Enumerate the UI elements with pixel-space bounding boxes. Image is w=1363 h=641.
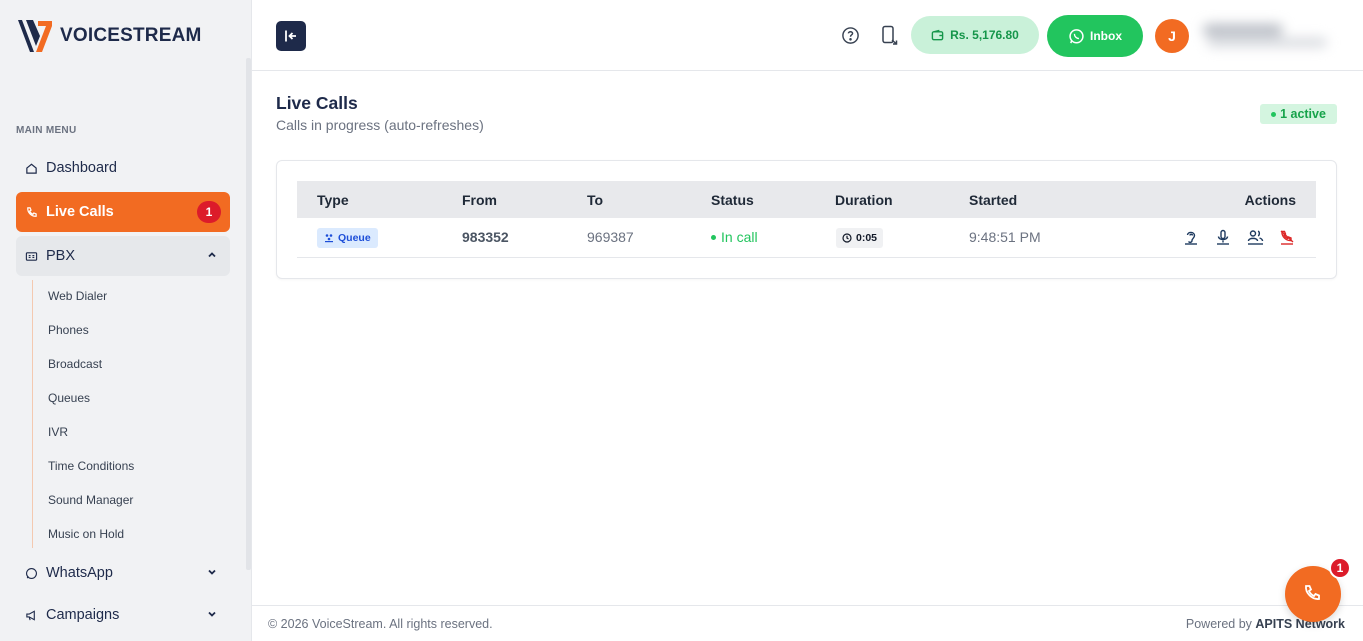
phone-icon — [1305, 585, 1320, 600]
main-menu-heading: MAIN MENU — [16, 125, 77, 136]
hangup-icon[interactable] — [1277, 227, 1297, 247]
call-type-label: Queue — [338, 232, 371, 244]
queue-icon — [325, 234, 333, 243]
copyright-text: © 2026 VoiceStream. All rights reserved. — [268, 617, 493, 631]
brand-logo[interactable]: VOICESTREAM — [16, 18, 202, 54]
sidebar-subitem-web-dialer[interactable]: Web Dialer — [48, 289, 107, 303]
table-row: Queue 983352 969387 In call 0:05 9:48:51… — [297, 218, 1316, 258]
sidebar-subitem-sound-manager[interactable]: Sound Manager — [48, 493, 133, 507]
user-info-redacted[interactable] — [1197, 20, 1337, 52]
clock-icon — [842, 233, 852, 243]
sidebar-subitem-ivr[interactable]: IVR — [48, 425, 68, 439]
chevron-down-icon — [208, 569, 216, 575]
call-duration-badge: 0:05 — [836, 228, 884, 248]
call-from: 983352 — [462, 229, 509, 245]
collapse-sidebar-button[interactable] — [276, 21, 306, 51]
barge-icon[interactable] — [1245, 227, 1265, 247]
help-icon[interactable] — [840, 25, 860, 45]
active-count-badge: 1 active — [1260, 104, 1337, 124]
mobile-app-icon[interactable] — [879, 25, 899, 45]
voicestream-logo-icon — [18, 20, 52, 52]
balance-amount: Rs. 5,176.80 — [950, 28, 1019, 42]
pbx-submenu: Web Dialer Phones Broadcast Queues IVR T… — [32, 280, 134, 548]
chevron-down-icon — [208, 611, 216, 617]
sidebar-subitem-time-conditions[interactable]: Time Conditions — [48, 459, 134, 473]
whatsapp-icon — [24, 566, 38, 580]
sidebar-item-label: Live Calls — [46, 204, 114, 220]
page-subtitle: Calls in progress (auto-refreshes) — [276, 117, 484, 133]
sidebar-subitem-queues[interactable]: Queues — [48, 391, 90, 405]
call-to: 969387 — [587, 229, 634, 245]
sidebar-subitem-broadcast[interactable]: Broadcast — [48, 357, 102, 371]
inbox-label: Inbox — [1090, 29, 1122, 43]
active-count-label: 1 active — [1280, 107, 1326, 121]
dialer-notification-badge: 1 — [1329, 557, 1351, 579]
sidebar-subitem-music-on-hold[interactable]: Music on Hold — [48, 527, 124, 541]
column-header-started: Started — [969, 192, 1018, 208]
whatsapp-icon — [1069, 28, 1084, 43]
phone-call-icon — [24, 205, 38, 219]
call-status-label: In call — [721, 229, 758, 245]
table-header: Type From To Status Duration Started Act… — [297, 181, 1316, 218]
call-type-badge: Queue — [317, 228, 378, 248]
sidebar-item-pbx[interactable]: PBX — [16, 236, 230, 276]
call-started: 9:48:51 PM — [969, 229, 1041, 245]
whisper-icon[interactable] — [1213, 227, 1233, 247]
column-header-to: To — [587, 192, 604, 208]
footer: © 2026 VoiceStream. All rights reserved.… — [252, 605, 1363, 641]
collapse-arrow-icon — [285, 30, 296, 42]
sidebar-item-label: Dashboard — [46, 160, 117, 176]
call-duration: 0:05 — [856, 232, 878, 244]
wallet-icon — [931, 29, 944, 40]
sidebar-scrollbar[interactable] — [246, 58, 251, 570]
inbox-button[interactable]: Inbox — [1047, 15, 1143, 57]
status-dot — [1271, 111, 1277, 117]
sidebar-item-label: WhatsApp — [46, 565, 113, 581]
wallet-balance[interactable]: Rs. 5,176.80 — [911, 16, 1039, 54]
megaphone-icon — [24, 608, 38, 622]
column-header-type: Type — [317, 192, 349, 208]
home-icon — [24, 161, 38, 175]
column-header-duration: Duration — [835, 192, 893, 208]
sidebar-item-dashboard[interactable]: Dashboard — [16, 148, 230, 188]
live-calls-count-badge: 1 — [197, 201, 221, 223]
sidebar-item-live-calls[interactable]: Live Calls 1 — [16, 192, 230, 232]
brand-name: VOICESTREAM — [60, 25, 202, 46]
sidebar: VOICESTREAM MAIN MENU Dashboard Live Cal… — [0, 0, 252, 641]
user-avatar[interactable]: J — [1155, 19, 1189, 53]
pbx-icon — [24, 249, 38, 263]
sidebar-item-label: PBX — [46, 248, 76, 264]
sidebar-item-whatsapp[interactable]: WhatsApp — [16, 553, 230, 593]
sidebar-subitem-phones[interactable]: Phones — [48, 323, 89, 337]
column-header-from: From — [462, 192, 497, 208]
column-header-actions: Actions — [1244, 192, 1296, 208]
powered-by-prefix: Powered by — [1185, 617, 1252, 631]
call-status: In call — [711, 229, 758, 245]
chevron-up-icon — [208, 252, 216, 258]
status-dot — [711, 234, 716, 240]
column-header-status: Status — [711, 192, 754, 208]
listen-icon[interactable] — [1181, 227, 1201, 247]
sidebar-item-campaigns[interactable]: Campaigns — [16, 595, 230, 635]
page-title: Live Calls — [276, 93, 358, 113]
sidebar-item-label: Campaigns — [46, 607, 120, 623]
top-header: Rs. 5,176.80 Inbox J — [252, 0, 1363, 71]
